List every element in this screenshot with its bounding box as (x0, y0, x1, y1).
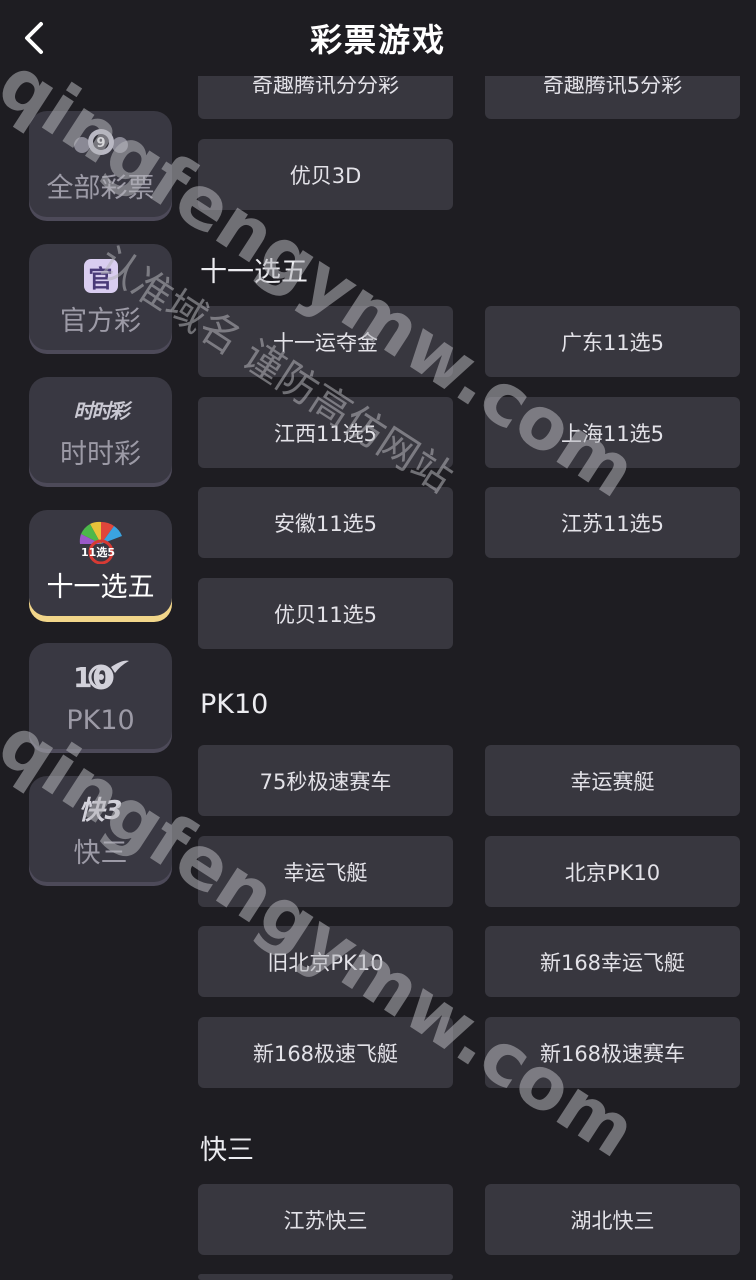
sidebar-item-label: PK10 (66, 705, 135, 736)
sidebar-item-shishicai[interactable]: 时时彩 时时彩 (29, 377, 172, 483)
game-button[interactable]: 幸运赛艇 (485, 745, 740, 816)
game-button[interactable]: 江苏11选5 (485, 487, 740, 558)
sidebar-item-pk10[interactable]: 10 PK10 (29, 643, 172, 749)
sidebar-item-label: 快三 (73, 838, 128, 869)
section-title: PK10 (200, 689, 269, 720)
page-title: 彩票游戏 (309, 21, 446, 59)
game-button[interactable]: 上海11选5 (485, 397, 740, 468)
section-title: 十一选五 (200, 257, 308, 288)
official-badge-icon: 官 (71, 256, 131, 296)
lottery-ball-icon: 9 (71, 123, 131, 163)
game-button[interactable]: 湖北快三 (485, 1184, 740, 1255)
sidebar-item-kuaisan[interactable]: 快3 快三 (29, 776, 172, 882)
game-button[interactable]: 江西11选5 (198, 397, 453, 468)
sidebar-item-label: 时时彩 (60, 439, 141, 470)
pk10-wheel-icon: 10 (71, 655, 131, 695)
sidebar-item-label: 官方彩 (60, 306, 141, 337)
game-list: 奇趣腾讯分分彩 奇趣腾讯5分彩 优贝3D 十一选五 十一运夺金 广东11选5 江… (198, 0, 756, 1280)
game-button[interactable]: 优贝3D (198, 139, 453, 210)
sidebar-item-eleven-pick-five[interactable]: 11选5 十一选五 (29, 510, 172, 616)
game-button[interactable]: 安徽11选5 (198, 487, 453, 558)
sidebar-item-label: 全部彩票 (46, 173, 155, 204)
sidebar-item-official[interactable]: 官 官方彩 (29, 244, 172, 350)
game-button[interactable]: 优贝11选5 (198, 578, 453, 649)
game-button[interactable]: 75秒极速赛车 (198, 745, 453, 816)
game-button[interactable]: 北京PK10 (485, 836, 740, 907)
kuaisan-logo-icon: 快3 (78, 795, 123, 826)
game-button[interactable]: 新168极速飞艇 (198, 1017, 453, 1088)
top-bar: 彩票游戏 (0, 0, 756, 76)
sidebar-item-all-lottery[interactable]: 9 全部彩票 (29, 111, 172, 217)
section-title: 快三 (200, 1135, 254, 1166)
sidebar-item-label: 十一选五 (46, 572, 155, 603)
game-button[interactable]: 旧北京PK10 (198, 926, 453, 997)
eleven-pick-five-logo-icon: 11选5 (71, 521, 131, 564)
game-button[interactable]: 新168幸运飞艇 (485, 926, 740, 997)
game-button[interactable]: 十一运夺金 (198, 306, 453, 377)
chevron-left-icon (25, 22, 43, 54)
back-button[interactable] (14, 18, 54, 58)
game-button[interactable]: 江苏快三 (198, 1184, 453, 1255)
game-button[interactable]: 幸运飞艇 (198, 836, 453, 907)
category-sidebar: 9 全部彩票 官 官方彩 时时彩 时时彩 11选5 十一选五 10 PK10 快… (0, 76, 192, 1280)
game-button[interactable]: 广东11选5 (485, 306, 740, 377)
game-button[interactable]: 新168极速赛车 (485, 1017, 740, 1088)
svg-text:9: 9 (96, 136, 105, 151)
svg-text:11选5: 11选5 (81, 545, 115, 559)
shishicai-logo-icon: 时时彩 (73, 398, 130, 423)
game-button-partial[interactable] (198, 1274, 453, 1280)
